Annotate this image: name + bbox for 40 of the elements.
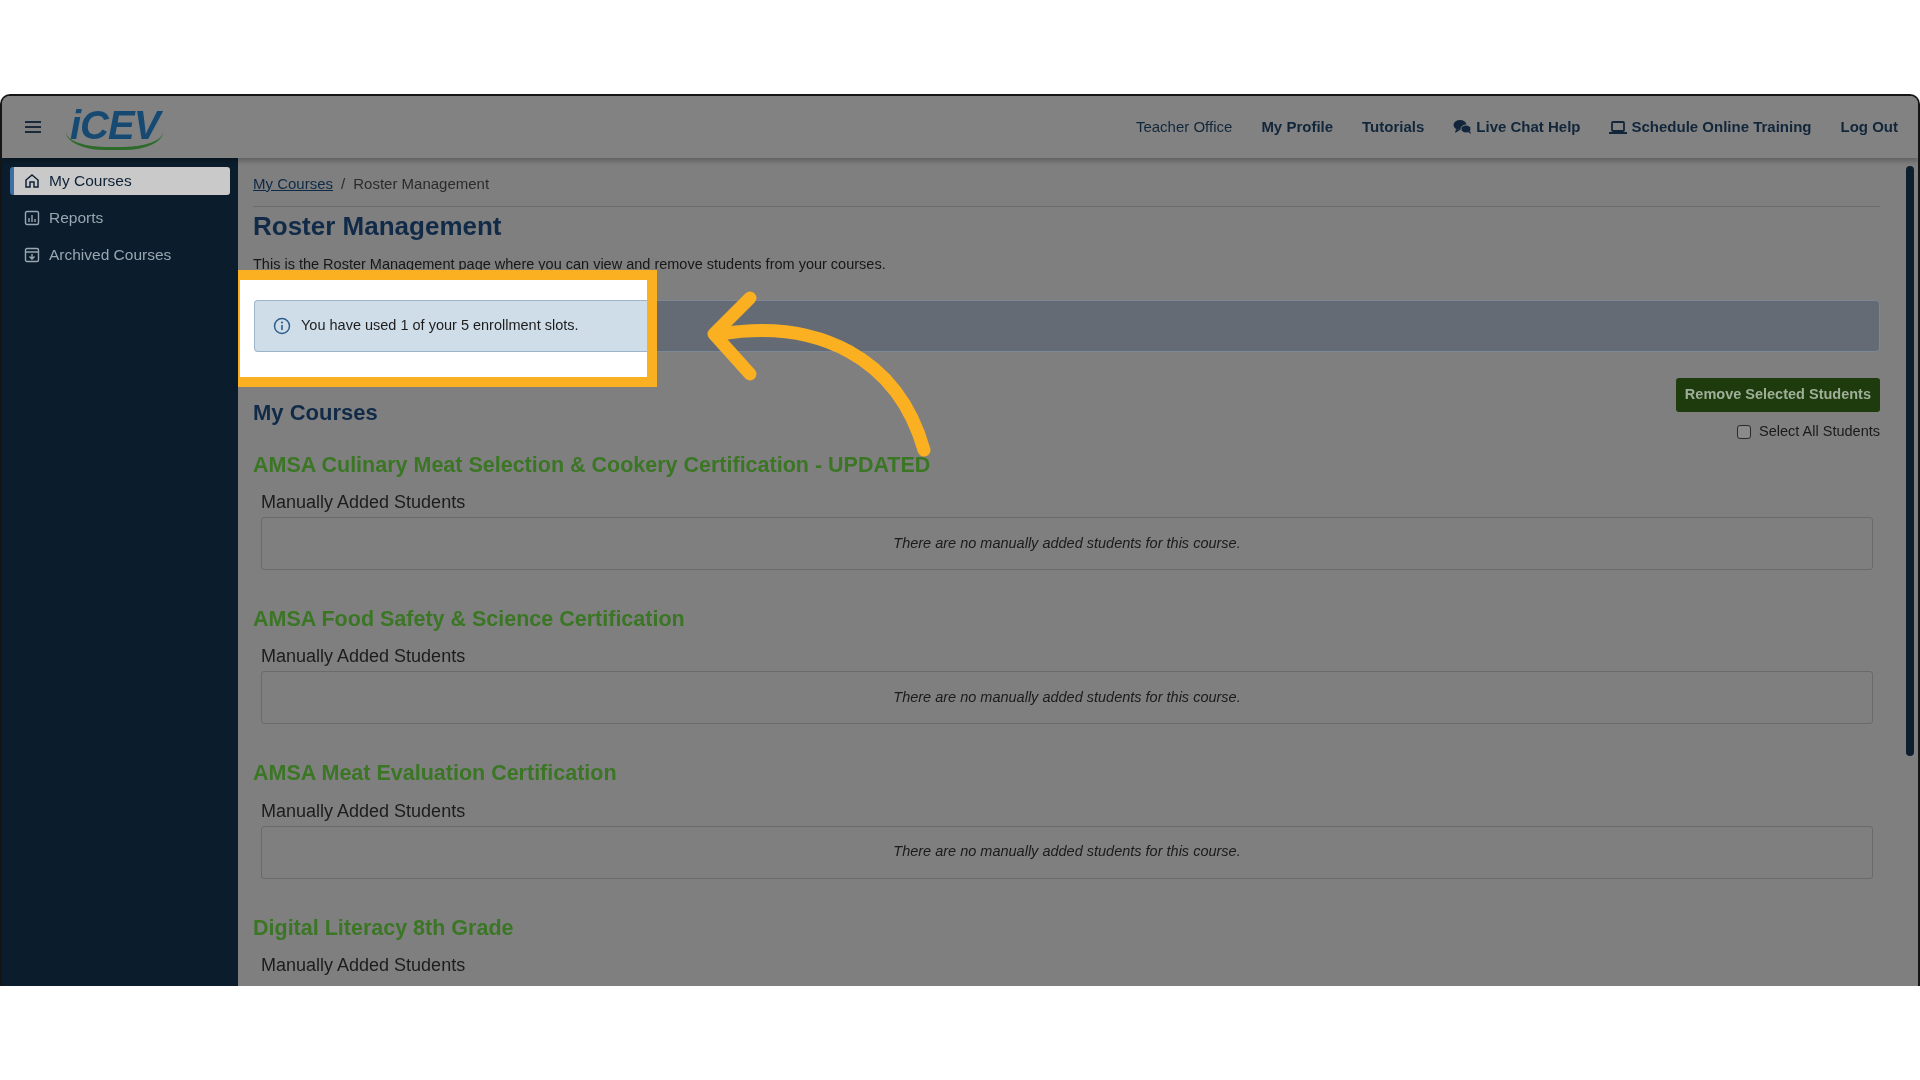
empty-message: There are no manually added students for this course. [893,842,1241,862]
remove-selected-button[interactable]: Remove Selected Students [1675,378,1880,412]
info-icon [273,317,291,336]
nav-link[interactable]: Log Out [1840,115,1898,139]
sidebar-label: Reports [49,208,104,229]
breadcrumb-current: Roster Management [353,174,490,194]
archive-icon [24,247,40,263]
logo[interactable]: iCEV [66,104,164,150]
laptop-icon [1609,120,1628,134]
home-icon [24,173,40,189]
chart-icon [24,210,40,226]
sidebar-label: My Courses [49,171,132,192]
nav-link[interactable]: Tutorials [1362,115,1425,139]
breadcrumb-link[interactable]: My Courses [253,173,334,196]
chat-icon [1453,119,1473,135]
nav-link[interactable]: My Profile [1261,115,1334,139]
page-title: Roster Management [253,209,503,243]
breadcrumb-separator: / [341,174,346,194]
sidebar-label: Archived Courses [49,245,172,266]
alert-text: You have used 1 of your 5 enrollment slots. [301,316,579,336]
empty-message: There are no manually added students for this course. [893,533,1241,553]
course-title: AMSA Food Safety & Science Certification [253,606,686,633]
checkbox-label: Select All Students [1759,422,1880,441]
section-label: Manually Added Students [261,953,467,977]
nav-link[interactable]: Teacher Office [1135,115,1233,139]
checkbox[interactable] [1737,424,1752,439]
course-title: Digital Literacy 8th Grade [253,914,515,942]
sidebar-item[interactable]: Archived Courses [10,241,230,269]
course-title: AMSA Culinary Meat Selection & Cookery Certification - UPDATED [253,451,932,479]
section-label: Manually Added Students [261,491,467,514]
course-title: AMSA Meat Evaluation Certification [253,760,618,788]
section-label: Manually Added Students [261,645,467,669]
section-title: My Courses [253,399,378,428]
section-label: Manually Added Students [261,799,467,823]
menu-icon[interactable] [24,119,42,135]
empty-message: There are no manually added students for this course. [893,687,1241,707]
sidebar-item[interactable]: Reports [10,204,230,232]
nav-link[interactable]: Schedule Online Training [1609,115,1812,139]
nav-link[interactable]: Live Chat Help [1453,115,1581,139]
sidebar-item[interactable]: My Courses [10,167,230,195]
